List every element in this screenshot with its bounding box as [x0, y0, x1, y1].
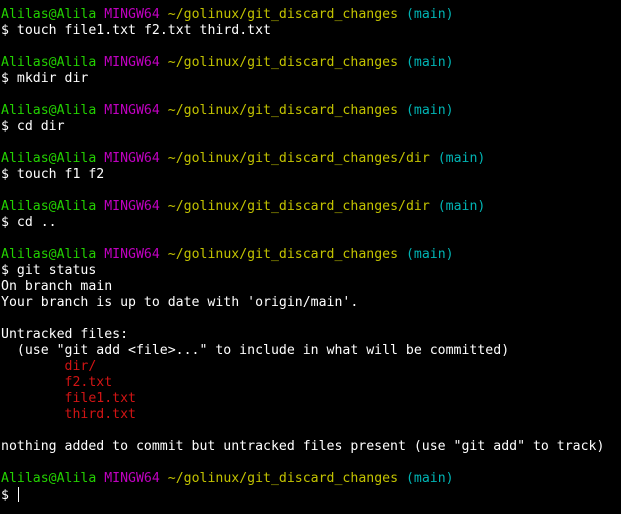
command-text: cd dir — [16, 119, 65, 134]
prompt-user-host: Alilas@Alila — [1, 103, 97, 118]
prompt-system: MINGW64 — [104, 103, 160, 118]
output-up-to-date: Your branch is up to date with 'origin/m… — [1, 295, 359, 310]
prompt-system: MINGW64 — [104, 247, 160, 262]
prompt-system: MINGW64 — [104, 55, 160, 70]
untracked-file-name: f2.txt — [64, 375, 113, 390]
command-line: $ cd dir — [1, 119, 621, 135]
prompt-line: Alilas@Alila MINGW64 ~/golinux/git_disca… — [1, 103, 621, 119]
prompt-user-host: Alilas@Alila — [1, 247, 97, 262]
prompt-line: Alilas@Alila MINGW64 ~/golinux/git_disca… — [1, 151, 621, 167]
prompt-symbol: $ — [1, 263, 9, 278]
output-summary: nothing added to commit but untracked fi… — [1, 439, 605, 454]
prompt-symbol: $ — [1, 71, 9, 86]
untracked-file: f2.txt — [1, 375, 621, 391]
command-line: $ git status — [1, 263, 621, 279]
prompt-branch: (main) — [405, 55, 454, 70]
prompt-path: ~/golinux/git_discard_changes — [167, 55, 399, 70]
prompt-line: Alilas@Alila MINGW64 ~/golinux/git_disca… — [1, 199, 621, 215]
prompt-user-host: Alilas@Alila — [1, 151, 97, 166]
prompt-branch: (main) — [405, 471, 454, 486]
prompt-user-host: Alilas@Alila — [1, 471, 97, 486]
command-text: mkdir dir — [16, 71, 89, 86]
command-line: $ mkdir dir — [1, 71, 621, 87]
prompt-line: Alilas@Alila MINGW64 ~/golinux/git_disca… — [1, 7, 621, 23]
prompt-system: MINGW64 — [104, 199, 160, 214]
prompt-system: MINGW64 — [104, 7, 160, 22]
text-cursor[interactable] — [17, 487, 19, 502]
prompt-path: ~/golinux/git_discard_changes/dir — [167, 199, 430, 214]
output-untracked-header: Untracked files: — [1, 327, 129, 342]
prompt-branch: (main) — [437, 151, 486, 166]
untracked-file: dir/ — [1, 359, 621, 375]
output-hint: (use "git add <file>..." to include in w… — [1, 343, 510, 358]
untracked-file-name: third.txt — [64, 407, 136, 422]
prompt-symbol: $ — [1, 119, 9, 134]
command-text: cd .. — [16, 215, 57, 230]
prompt-line: Alilas@Alila MINGW64 ~/golinux/git_disca… — [1, 247, 621, 263]
prompt-system: MINGW64 — [104, 151, 160, 166]
prompt-branch: (main) — [437, 199, 486, 214]
prompt-user-host: Alilas@Alila — [1, 55, 97, 70]
prompt-branch: (main) — [405, 103, 454, 118]
command-line: $ touch file1.txt f2.txt third.txt — [1, 23, 621, 39]
untracked-file: file1.txt — [1, 391, 621, 407]
command-line: $ touch f1 f2 — [1, 167, 621, 183]
command-text: touch file1.txt f2.txt third.txt — [16, 23, 271, 38]
prompt-line: Alilas@Alila MINGW64 ~/golinux/git_disca… — [1, 55, 621, 71]
command-text: touch f1 f2 — [16, 167, 105, 182]
untracked-file-name: file1.txt — [64, 391, 136, 406]
active-command-line[interactable]: $ — [1, 487, 621, 503]
output-on-branch: On branch main — [1, 279, 113, 294]
prompt-path: ~/golinux/git_discard_changes/dir — [167, 151, 430, 166]
prompt-path: ~/golinux/git_discard_changes — [167, 103, 399, 118]
prompt-path: ~/golinux/git_discard_changes — [167, 247, 399, 262]
prompt-symbol: $ — [1, 488, 9, 503]
prompt-symbol: $ — [1, 23, 9, 38]
prompt-path: ~/golinux/git_discard_changes — [167, 471, 399, 486]
prompt-user-host: Alilas@Alila — [1, 7, 97, 22]
prompt-line: Alilas@Alila MINGW64 ~/golinux/git_disca… — [1, 471, 621, 487]
untracked-file: third.txt — [1, 407, 621, 423]
untracked-file-name: dir/ — [64, 359, 97, 374]
prompt-symbol: $ — [1, 215, 9, 230]
terminal-window[interactable]: Alilas@Alila MINGW64 ~/golinux/git_disca… — [0, 0, 621, 514]
command-line: $ cd .. — [1, 215, 621, 231]
prompt-system: MINGW64 — [104, 471, 160, 486]
prompt-path: ~/golinux/git_discard_changes — [167, 7, 399, 22]
command-text: git status — [16, 263, 97, 278]
prompt-branch: (main) — [405, 247, 454, 262]
prompt-branch: (main) — [405, 7, 454, 22]
prompt-symbol: $ — [1, 167, 9, 182]
prompt-user-host: Alilas@Alila — [1, 199, 97, 214]
